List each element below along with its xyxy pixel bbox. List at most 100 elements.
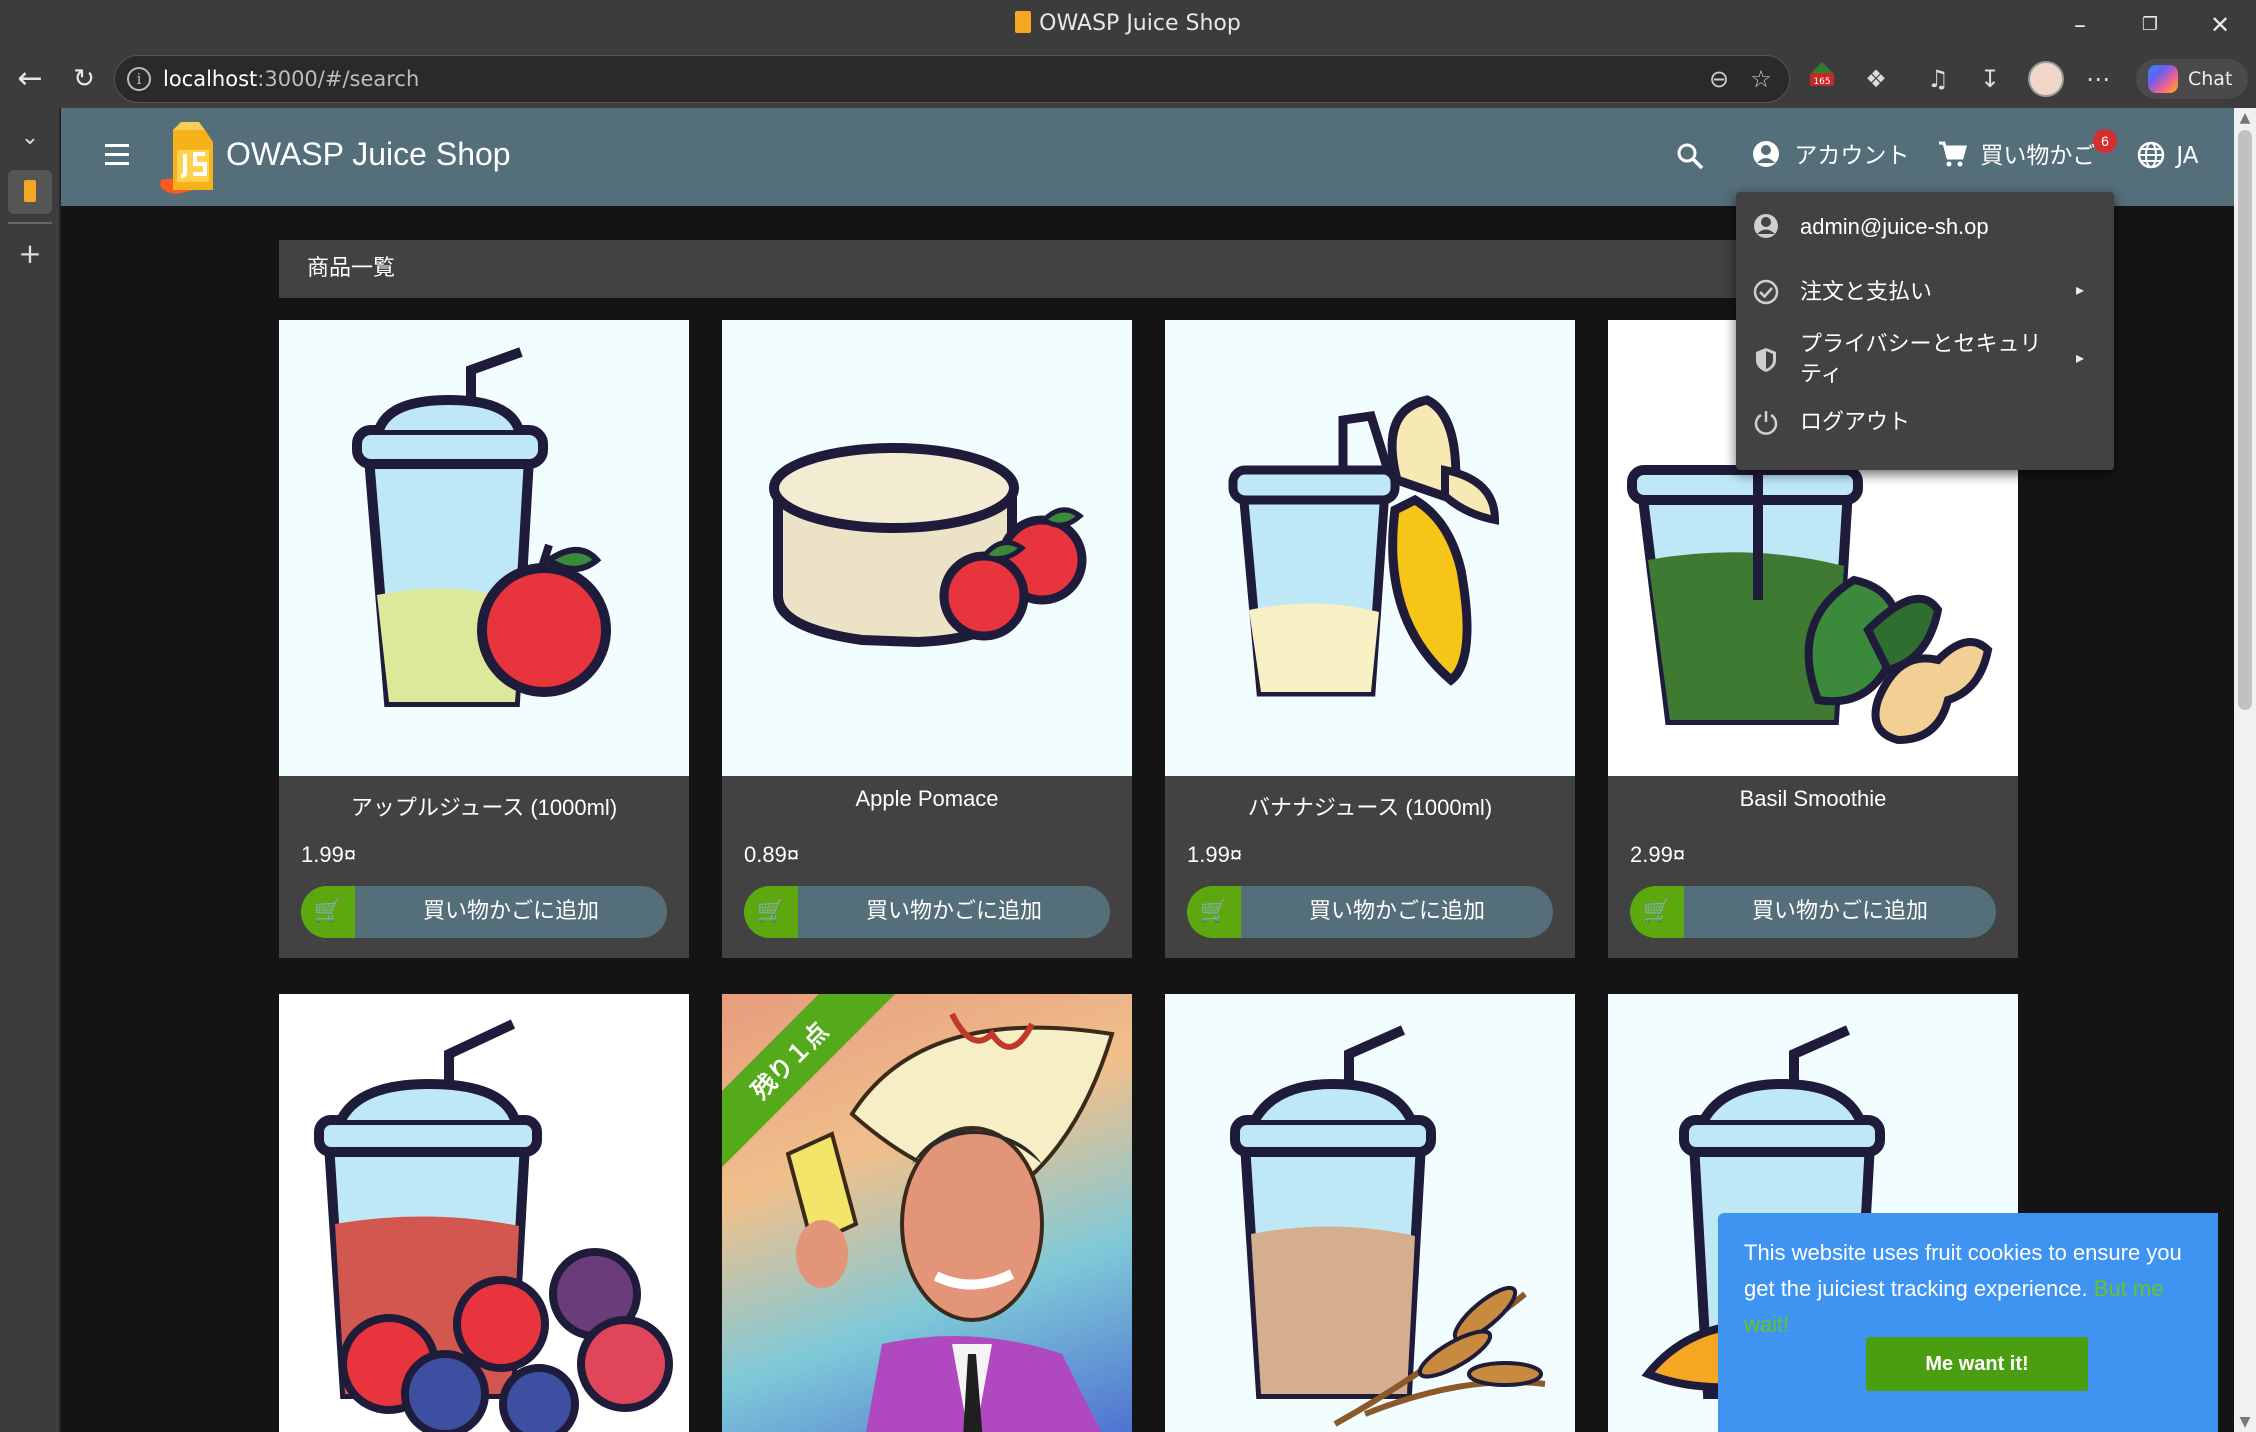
cookie-message: This website uses fruit cookies to ensur…	[1744, 1235, 2214, 1343]
globe-icon	[2137, 141, 2165, 169]
menu-item-logout[interactable]: ログアウト	[1736, 392, 2114, 452]
privacy-security-label: プライバシーとセキュリティ	[1800, 332, 2042, 387]
add-cart-icon: 🛒	[301, 886, 355, 938]
add-to-basket-label: 買い物かごに追加	[1751, 899, 1928, 924]
wheat-juice-image	[1230, 1025, 1546, 1427]
product-name: バナナジュース (1000ml)	[1247, 795, 1493, 820]
page-scrollbar[interactable]: ▲ ▼	[2234, 108, 2256, 1432]
product-price: 1.99¤	[1187, 842, 1243, 867]
language-label: JA	[2176, 143, 2199, 169]
section-title: 商品一覧	[307, 256, 396, 281]
shopping-cart-icon	[1939, 141, 1967, 167]
submenu-arrow-icon: ▸	[2076, 280, 2085, 299]
account-email: admin@juice-sh.op	[1800, 214, 1989, 239]
submenu-arrow-icon: ▸	[2076, 348, 2085, 367]
cookie-accept-button[interactable]: Me want it!	[1866, 1337, 2088, 1391]
profile-avatar[interactable]	[2028, 61, 2064, 97]
menu-item-privacy-security[interactable]: プライバシーとセキュリティ ▸	[1736, 326, 2114, 396]
extension-badge-icon[interactable]: 165	[1802, 59, 1842, 99]
sidenav-menu-icon[interactable]	[97, 138, 137, 178]
product-image[interactable]	[279, 994, 689, 1432]
product-card[interactable]: バナナジュース (1000ml) 1.99¤ 🛒 買い物かごに追加	[1165, 320, 1575, 958]
account-circle-icon	[1753, 141, 1779, 167]
account-label: アカウント	[1794, 143, 1910, 169]
product-price: 0.89¤	[744, 842, 800, 867]
menu-item-email[interactable]: admin@juice-sh.op	[1736, 196, 2114, 256]
tab-separator	[8, 222, 52, 224]
address-bar[interactable]: i localhost:3000/#/search ⊖ ☆	[114, 55, 1790, 103]
add-to-basket-button[interactable]: 🛒 買い物かごに追加	[1187, 886, 1553, 938]
account-menu: admin@juice-sh.op 注文と支払い ▸ プライバシーとセキュリティ…	[1736, 192, 2114, 470]
favorite-star-icon[interactable]: ☆	[1741, 56, 1781, 102]
scrollbar-thumb[interactable]	[2238, 130, 2252, 710]
product-price: 1.99¤	[301, 842, 357, 867]
product-image[interactable]: 残り１点	[722, 994, 1132, 1432]
logout-label: ログアウト	[1800, 410, 1911, 435]
app-title[interactable]: OWASP Juice Shop	[226, 136, 511, 173]
product-card[interactable]: 残り１点	[722, 994, 1132, 1432]
shield-icon	[1756, 348, 1776, 372]
downloads-icon[interactable]: ↧	[1970, 59, 2010, 99]
cookie-consent-banner: This website uses fruit cookies to ensur…	[1718, 1213, 2218, 1432]
copilot-chat-button[interactable]: Chat	[2136, 59, 2248, 99]
extensions-puzzle-icon[interactable]: ❖	[1856, 59, 1896, 99]
add-to-basket-label: 買い物かごに追加	[422, 899, 599, 924]
back-button[interactable]: ←	[10, 59, 50, 99]
basket-count-badge: 6	[2093, 129, 2117, 153]
minimize-button[interactable]: –	[2048, 6, 2112, 44]
restore-button[interactable]: ❐	[2118, 6, 2182, 44]
product-name: Apple Pomace	[855, 786, 999, 811]
new-tab-plus-icon[interactable]: +	[10, 234, 50, 274]
product-image[interactable]	[279, 320, 689, 776]
reload-button[interactable]: ↻	[64, 59, 104, 99]
apple-juice-image	[352, 347, 611, 707]
window-title-text: OWASP Juice Shop	[1039, 11, 1241, 36]
add-to-basket-label: 買い物かごに追加	[1308, 899, 1485, 924]
address-toolbar: ← ↻ i localhost:3000/#/search ⊖ ☆ 165 ❖ …	[0, 50, 2256, 108]
berry-juice-image	[314, 1019, 673, 1432]
add-to-basket-button[interactable]: 🛒 買い物かごに追加	[301, 886, 667, 938]
product-name: Basil Smoothie	[1739, 786, 1887, 811]
juice-shop-tab-icon	[24, 180, 36, 202]
basket-label: 買い物かご	[1980, 143, 2096, 169]
extension-badge-graphic: 165	[1810, 62, 1834, 87]
product-price: 2.99¤	[1630, 842, 1686, 867]
scroll-down-arrow-icon[interactable]: ▼	[2234, 1414, 2256, 1430]
url-path: :3000/#/search	[257, 67, 420, 91]
product-image[interactable]	[1165, 320, 1575, 776]
juice-shop-favicon-icon	[1015, 11, 1032, 33]
product-card[interactable]	[279, 994, 689, 1432]
product-image[interactable]	[1165, 994, 1575, 1432]
close-window-button[interactable]: ✕	[2188, 6, 2252, 44]
search-icon[interactable]	[1675, 136, 1715, 184]
zoom-icon[interactable]: ⊖	[1699, 56, 1739, 102]
account-circle-icon	[1754, 214, 1778, 238]
active-tab[interactable]	[8, 170, 52, 214]
extension-badge-count: 165	[1813, 77, 1830, 87]
window-title: OWASP Juice Shop	[0, 11, 2256, 36]
media-control-icon[interactable]: ♫	[1918, 59, 1958, 99]
basket-button[interactable]: 買い物かご	[1937, 136, 2095, 176]
product-image[interactable]	[722, 320, 1132, 776]
add-to-basket-button[interactable]: 🛒 買い物かごに追加	[1630, 886, 1996, 938]
vertical-tab-strip: ⌄ +	[0, 108, 60, 1432]
site-info-icon[interactable]: i	[127, 67, 151, 91]
product-name: アップルジュース (1000ml)	[350, 795, 618, 820]
product-card[interactable]	[1165, 994, 1575, 1432]
product-card[interactable]: Apple Pomace 0.89¤ 🛒 買い物かごに追加	[722, 320, 1132, 958]
orders-payment-label: 注文と支払い	[1800, 280, 1933, 305]
power-icon	[1754, 411, 1778, 435]
more-menu-icon[interactable]: ⋯	[2078, 59, 2118, 99]
add-to-basket-button[interactable]: 🛒 買い物かごに追加	[744, 886, 1110, 938]
account-button[interactable]: アカウント	[1751, 136, 1909, 176]
menu-item-orders-payment[interactable]: 注文と支払い ▸	[1736, 262, 2114, 322]
copilot-logo-icon	[2148, 65, 2178, 93]
scroll-up-arrow-icon[interactable]: ▲	[2234, 110, 2256, 126]
window-titlebar: OWASP Juice Shop – ❐ ✕	[0, 0, 2256, 50]
chat-label: Chat	[2188, 68, 2233, 90]
tab-list-chevron-icon[interactable]: ⌄	[10, 118, 50, 158]
juice-shop-logo[interactable]	[155, 120, 219, 196]
language-button[interactable]: JA	[2137, 136, 2198, 176]
url-host: localhost	[163, 67, 258, 91]
product-card[interactable]: アップルジュース (1000ml) 1.99¤ 🛒 買い物かごに追加	[279, 320, 689, 958]
